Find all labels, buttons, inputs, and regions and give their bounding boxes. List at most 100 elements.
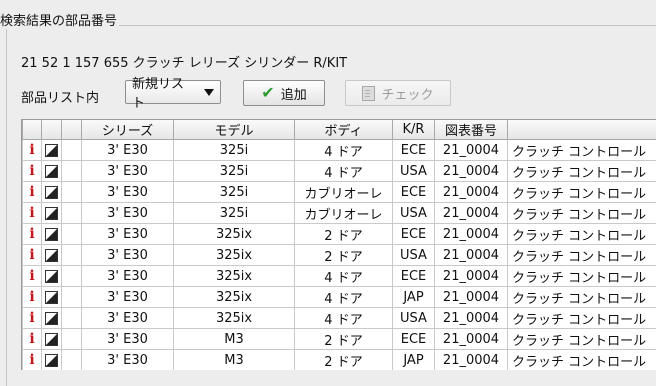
- diagram-number-cell: 21_0004: [435, 161, 508, 182]
- image-cell[interactable]: [42, 245, 62, 266]
- column-header[interactable]: シリーズ: [82, 120, 174, 140]
- info-cell[interactable]: i: [23, 308, 42, 329]
- column-header[interactable]: 図表番号: [435, 120, 508, 140]
- diagram-icon[interactable]: [45, 186, 58, 199]
- series-cell: 3' E30: [82, 140, 174, 161]
- table-row[interactable]: i3' E30325iカブリオーレUSA21_0004クラッチ コントロール: [23, 203, 656, 224]
- table-row[interactable]: i3' E30325ix2 ドアECE21_0004クラッチ コントロール: [23, 224, 656, 245]
- column-header[interactable]: [508, 120, 656, 140]
- table-row[interactable]: i3' E30325ix4 ドアUSA21_0004クラッチ コントロール: [23, 308, 656, 329]
- check-button[interactable]: チェック: [345, 80, 451, 106]
- blank-cell: [62, 182, 82, 203]
- table-row[interactable]: i3' E30325i4 ドアECE21_0004クラッチ コントロール: [23, 140, 656, 161]
- diagram-icon[interactable]: [45, 249, 58, 262]
- check-button-label: チェック: [381, 84, 433, 103]
- diagram-icon[interactable]: [45, 144, 58, 157]
- diagram-icon[interactable]: [45, 207, 58, 220]
- image-cell[interactable]: [42, 287, 62, 308]
- table-row[interactable]: i3' E30325ix4 ドアJAP21_0004クラッチ コントロール: [23, 287, 656, 308]
- diagram-icon[interactable]: [45, 312, 58, 325]
- diagram-icon[interactable]: [45, 165, 58, 178]
- group-cell: クラッチ コントロール: [508, 245, 656, 266]
- blank-cell: [62, 203, 82, 224]
- image-cell[interactable]: [42, 224, 62, 245]
- body-cell: 2 ドア: [295, 245, 393, 266]
- image-cell[interactable]: [42, 182, 62, 203]
- image-cell[interactable]: [42, 140, 62, 161]
- body-cell: 4 ドア: [295, 308, 393, 329]
- diagram-icon[interactable]: [45, 291, 58, 304]
- info-cell[interactable]: i: [23, 203, 42, 224]
- info-icon[interactable]: i: [23, 163, 41, 179]
- column-header[interactable]: ボディ: [295, 120, 393, 140]
- table-row[interactable]: i3' E30325iカブリオーレECE21_0004クラッチ コントロール: [23, 182, 656, 203]
- group-cell: クラッチ コントロール: [508, 161, 656, 182]
- column-header[interactable]: [42, 120, 62, 140]
- diagram-icon[interactable]: [45, 270, 58, 283]
- diagram-number-cell: 21_0004: [435, 329, 508, 350]
- series-cell: 3' E30: [82, 182, 174, 203]
- model-cell: 325ix: [174, 287, 295, 308]
- table-row[interactable]: i3' E30325ix4 ドアECE21_0004クラッチ コントロール: [23, 266, 656, 287]
- info-cell[interactable]: i: [23, 224, 42, 245]
- info-cell[interactable]: i: [23, 266, 42, 287]
- group-cell: クラッチ コントロール: [508, 224, 656, 245]
- body-cell: 4 ドア: [295, 140, 393, 161]
- info-cell[interactable]: i: [23, 287, 42, 308]
- column-header[interactable]: [23, 120, 42, 140]
- results-table: シリーズモデルボディK/R図表番号 i3' E30325i4 ドアECE21_0…: [21, 119, 656, 370]
- group-cell: クラッチ コントロール: [508, 182, 656, 203]
- body-cell: カブリオーレ: [295, 203, 393, 224]
- group-cell: クラッチ コントロール: [508, 287, 656, 308]
- body-cell: 4 ドア: [295, 161, 393, 182]
- info-icon[interactable]: i: [23, 226, 41, 242]
- image-cell[interactable]: [42, 161, 62, 182]
- info-icon[interactable]: i: [23, 184, 41, 200]
- model-cell: M3: [174, 329, 295, 350]
- info-icon[interactable]: i: [23, 142, 41, 158]
- info-icon[interactable]: i: [23, 352, 41, 368]
- image-cell[interactable]: [42, 203, 62, 224]
- column-header[interactable]: モデル: [174, 120, 295, 140]
- image-cell[interactable]: [42, 308, 62, 329]
- info-icon[interactable]: i: [23, 331, 41, 347]
- blank-cell: [62, 140, 82, 161]
- column-header[interactable]: K/R: [393, 120, 435, 140]
- group-cell: クラッチ コントロール: [508, 140, 656, 161]
- diagram-number-cell: 21_0004: [435, 182, 508, 203]
- region-cell: JAP: [393, 287, 435, 308]
- info-cell[interactable]: i: [23, 245, 42, 266]
- table-row[interactable]: i3' E30M32 ドアECE21_0004クラッチ コントロール: [23, 329, 656, 350]
- series-cell: 3' E30: [82, 245, 174, 266]
- table-row[interactable]: i3' E30325ix2 ドアUSA21_0004クラッチ コントロール: [23, 245, 656, 266]
- diagram-icon[interactable]: [45, 354, 58, 367]
- info-cell[interactable]: i: [23, 329, 42, 350]
- table-row[interactable]: i3' E30325i4 ドアUSA21_0004クラッチ コントロール: [23, 161, 656, 182]
- add-button[interactable]: ✔ 追加: [243, 80, 325, 106]
- image-cell[interactable]: [42, 266, 62, 287]
- diagram-icon[interactable]: [45, 333, 58, 346]
- info-icon[interactable]: i: [23, 268, 41, 284]
- dropdown-value: 新規リスト: [132, 73, 194, 111]
- info-icon[interactable]: i: [23, 289, 41, 305]
- info-cell[interactable]: i: [23, 182, 42, 203]
- image-cell[interactable]: [42, 329, 62, 350]
- series-cell: 3' E30: [82, 203, 174, 224]
- region-cell: ECE: [393, 140, 435, 161]
- info-icon[interactable]: i: [23, 310, 41, 326]
- info-cell[interactable]: i: [23, 161, 42, 182]
- diagram-number-cell: 21_0004: [435, 308, 508, 329]
- column-header[interactable]: [62, 120, 82, 140]
- checkmark-icon: ✔: [261, 85, 274, 101]
- parts-list-dropdown[interactable]: 新規リスト: [125, 80, 221, 104]
- blank-cell: [62, 266, 82, 287]
- info-cell[interactable]: i: [23, 140, 42, 161]
- model-cell: 325i: [174, 203, 295, 224]
- model-cell: 325ix: [174, 266, 295, 287]
- region-cell: USA: [393, 245, 435, 266]
- info-icon[interactable]: i: [23, 247, 41, 263]
- region-cell: USA: [393, 203, 435, 224]
- info-icon[interactable]: i: [23, 205, 41, 221]
- series-cell: 3' E30: [82, 287, 174, 308]
- diagram-icon[interactable]: [45, 228, 58, 241]
